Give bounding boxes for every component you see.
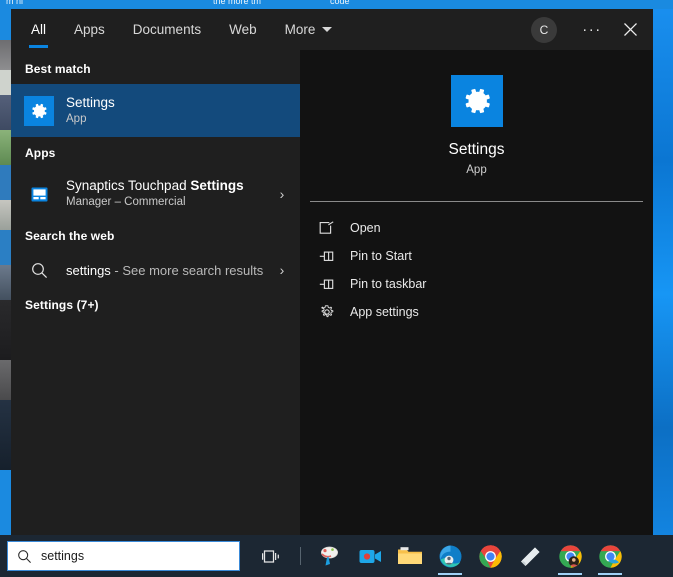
result-title: Settings bbox=[66, 94, 115, 110]
result-synaptics-touchpad-settings[interactable]: Synaptics Touchpad Settings Manager – Co… bbox=[11, 168, 300, 220]
task-view-icon[interactable] bbox=[251, 535, 291, 577]
chevron-down-icon bbox=[322, 27, 333, 32]
search-results-body: Best match Settings App Apps Synaptics T… bbox=[11, 50, 653, 535]
avatar[interactable]: C bbox=[531, 16, 557, 43]
open-external-icon bbox=[319, 220, 341, 236]
bg-window-text-2: code bbox=[330, 0, 350, 6]
tab-documents[interactable]: Documents bbox=[119, 9, 215, 50]
ellipsis-glyph: ··· bbox=[582, 21, 602, 38]
taskbar-search-input[interactable]: settings bbox=[7, 541, 240, 571]
web-hint: - See more search results bbox=[110, 262, 264, 278]
group-heading-best-match: Best match bbox=[25, 62, 91, 76]
taskbar-items bbox=[251, 535, 630, 577]
chrome-beta-icon[interactable] bbox=[590, 535, 630, 577]
search-flyout-panel: All Apps Documents Web More C ··· Best m… bbox=[11, 9, 653, 535]
touchpad-icon bbox=[23, 187, 55, 202]
close-icon[interactable] bbox=[609, 9, 651, 50]
result-title: settings - See more search results bbox=[66, 263, 272, 278]
result-text: settings - See more search results bbox=[66, 263, 272, 278]
settings-gear-icon bbox=[23, 95, 55, 126]
result-text: Synaptics Touchpad Settings Manager – Co… bbox=[66, 178, 272, 210]
action-label: App settings bbox=[350, 305, 419, 319]
tab-web[interactable]: Web bbox=[215, 9, 271, 50]
result-settings-best-match[interactable]: Settings App bbox=[11, 84, 300, 137]
action-app-settings[interactable]: App settings bbox=[300, 298, 653, 326]
search-tab-bar: All Apps Documents Web More C ··· bbox=[11, 9, 653, 50]
tab-list: All Apps Documents Web More bbox=[17, 9, 346, 50]
taskbar: settings bbox=[0, 535, 673, 577]
tab-more-label: More bbox=[284, 22, 316, 37]
preview-app-name: Settings bbox=[448, 141, 505, 158]
action-pin-to-start[interactable]: Pin to Start bbox=[300, 242, 653, 270]
result-web-search-settings[interactable]: settings - See more search results › bbox=[11, 251, 300, 289]
result-title-bold: Settings bbox=[190, 178, 244, 193]
action-label: Pin to Start bbox=[350, 249, 412, 263]
results-list: Best match Settings App Apps Synaptics T… bbox=[11, 50, 300, 535]
pin-icon bbox=[319, 277, 341, 292]
web-query: settings bbox=[66, 262, 111, 278]
action-label: Pin to taskbar bbox=[350, 277, 427, 291]
tab-all[interactable]: All bbox=[17, 9, 60, 50]
result-subtitle: App bbox=[66, 112, 87, 125]
tab-more[interactable]: More bbox=[271, 9, 347, 50]
result-title-plain: Synaptics Touchpad bbox=[66, 178, 191, 193]
result-subtitle: Manager – Commercial bbox=[66, 196, 186, 208]
preview-pane: Settings App Open Pin to Start Pin to ta… bbox=[300, 50, 653, 535]
taskbar-separator bbox=[300, 547, 301, 565]
gear-outline-icon bbox=[319, 304, 341, 320]
search-icon bbox=[17, 549, 32, 564]
group-heading-settings-count: Settings (7+) bbox=[25, 298, 99, 312]
group-heading-apps: Apps bbox=[25, 146, 56, 160]
action-label: Open bbox=[350, 221, 381, 235]
preview-actions: Open Pin to Start Pin to taskbar App set… bbox=[300, 202, 653, 535]
tab-all-label: All bbox=[31, 22, 47, 37]
search-value: settings bbox=[41, 549, 85, 563]
tab-web-label: Web bbox=[229, 22, 257, 37]
background-window-titlebar[interactable]: m hi the more tm code bbox=[0, 0, 673, 9]
pin-icon bbox=[319, 249, 341, 264]
bg-window-text-1: the more tm bbox=[213, 0, 262, 6]
action-open[interactable]: Open bbox=[300, 214, 653, 242]
tab-apps-label: Apps bbox=[74, 22, 105, 37]
preview-card: Settings App bbox=[300, 50, 653, 201]
search-icon bbox=[23, 262, 55, 279]
desktop-left-edge bbox=[0, 0, 11, 535]
chrome-profile-icon[interactable] bbox=[550, 535, 590, 577]
desktop-right-edge bbox=[651, 0, 673, 535]
chevron-right-icon[interactable]: › bbox=[272, 262, 292, 278]
group-heading-search-the-web: Search the web bbox=[25, 229, 115, 243]
tab-apps[interactable]: Apps bbox=[60, 9, 119, 50]
chevron-right-icon[interactable]: › bbox=[272, 186, 292, 202]
file-explorer-icon[interactable] bbox=[390, 535, 430, 577]
paint-3d-icon[interactable] bbox=[310, 535, 350, 577]
bg-window-text-0: m hi bbox=[6, 0, 24, 6]
settings-gear-icon bbox=[450, 75, 503, 127]
google-chrome-icon[interactable] bbox=[470, 535, 510, 577]
result-text: Settings App bbox=[66, 95, 292, 127]
camtasia-recorder-icon[interactable] bbox=[350, 535, 390, 577]
tab-documents-label: Documents bbox=[132, 22, 202, 37]
more-options-icon[interactable]: ··· bbox=[575, 9, 609, 50]
sticky-notes-icon[interactable] bbox=[510, 535, 550, 577]
microsoft-edge-icon[interactable] bbox=[430, 535, 470, 577]
header-actions: C ··· bbox=[531, 9, 653, 50]
action-pin-to-taskbar[interactable]: Pin to taskbar bbox=[300, 270, 653, 298]
preview-app-kind: App bbox=[466, 164, 487, 176]
result-title: Synaptics Touchpad Settings bbox=[66, 178, 272, 194]
avatar-initial: C bbox=[539, 22, 549, 37]
